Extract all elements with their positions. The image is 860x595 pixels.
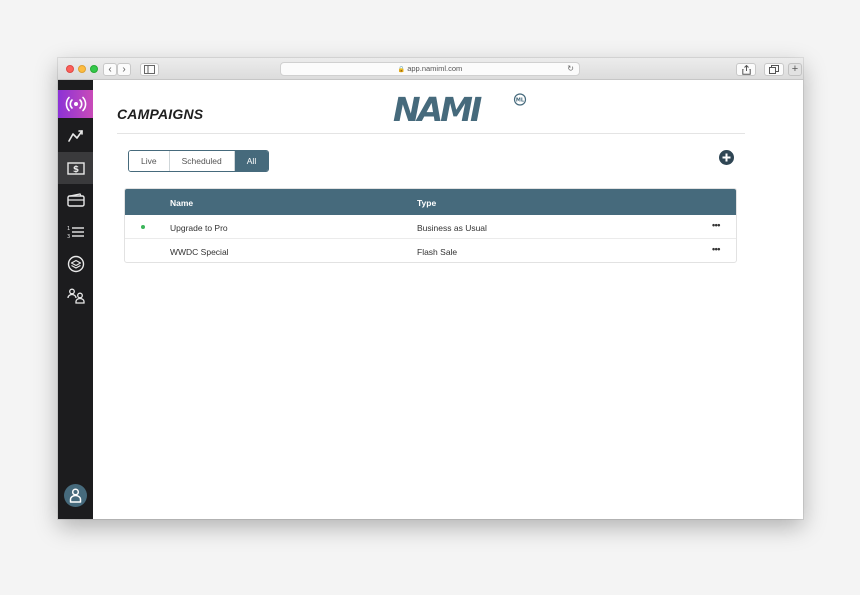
table-row[interactable]: WWDC Special Flash Sale ••• (125, 239, 736, 262)
campaign-filter-tabs: Live Scheduled All (128, 150, 270, 172)
add-campaign-button[interactable] (719, 150, 734, 165)
sidebar: $ 1 3 (58, 80, 93, 519)
svg-text:$: $ (72, 165, 78, 175)
header-divider (117, 133, 745, 134)
campaign-type: Flash Sale (417, 247, 458, 257)
list-icon: 1 3 (67, 226, 84, 239)
wallet-icon (66, 193, 85, 207)
campaign-type: Business as Usual (417, 223, 487, 233)
back-button[interactable]: ‹ (103, 63, 117, 76)
share-icon (741, 64, 751, 75)
tab-all[interactable]: All (234, 151, 269, 171)
minimize-window-button[interactable] (78, 65, 86, 73)
sidebar-item-integrations[interactable] (58, 248, 93, 280)
users-icon (66, 288, 85, 304)
live-status-dot (141, 225, 145, 229)
plus-icon (722, 153, 731, 162)
column-header-name[interactable]: Name (170, 198, 193, 208)
sidebar-toggle-button[interactable] (140, 63, 159, 76)
new-tab-button[interactable]: + (788, 63, 802, 76)
ellipsis-icon[interactable]: ••• (712, 220, 720, 230)
user-avatar-icon (69, 488, 82, 503)
zoom-window-button[interactable] (90, 65, 98, 73)
dollar-bill-icon: $ (66, 161, 85, 175)
page-title: CAMPAIGNS (117, 106, 204, 122)
live-broadcast-icon (65, 96, 86, 112)
ellipsis-icon[interactable]: ••• (712, 244, 720, 254)
sidebar-item-live[interactable] (58, 90, 93, 118)
account-avatar[interactable] (64, 484, 87, 507)
sidebar-icon (144, 65, 155, 74)
table-row[interactable]: Upgrade to Pro Business as Usual ••• (125, 215, 736, 239)
sidebar-item-products[interactable] (58, 184, 93, 216)
tab-live[interactable]: Live (129, 151, 170, 171)
close-window-button[interactable] (66, 65, 74, 73)
tab-scheduled[interactable]: Scheduled (169, 151, 235, 171)
url-text: app.namiml.com (407, 64, 463, 73)
show-tabs-button[interactable] (764, 63, 784, 76)
table-header: Name Type (125, 189, 736, 215)
sidebar-item-entitlements[interactable]: 1 3 (58, 216, 93, 248)
lock-icon: 🔒 (397, 67, 406, 73)
forward-button[interactable]: › (117, 63, 131, 76)
campaign-name[interactable]: WWDC Special (170, 247, 229, 257)
campaigns-table: Name Type Upgrade to Pro Business as Usu… (124, 188, 737, 263)
svg-text:3: 3 (67, 234, 70, 239)
reload-icon[interactable]: ↻ (567, 63, 574, 75)
sidebar-item-paywalls[interactable]: $ (58, 152, 93, 184)
analytics-icon (67, 130, 83, 142)
logo-badge: ML (516, 98, 525, 104)
sidebar-item-analytics[interactable] (58, 120, 93, 152)
sidebar-item-users[interactable] (58, 280, 93, 312)
nami-logo[interactable]: NAMI ML (393, 90, 529, 129)
column-header-type[interactable]: Type (417, 198, 436, 208)
share-button[interactable] (736, 63, 756, 76)
tabs-icon (769, 65, 779, 74)
logo-text: NAMI (393, 92, 482, 124)
layers-icon (67, 255, 84, 273)
svg-text:1: 1 (67, 226, 70, 232)
browser-window: ‹ › 🔒 app.namiml.com ↻ + $ 1 3 CAMPAIGNS… (58, 58, 803, 519)
campaign-name[interactable]: Upgrade to Pro (170, 223, 228, 233)
address-bar[interactable]: 🔒 app.namiml.com ↻ (280, 62, 580, 76)
browser-titlebar: ‹ › 🔒 app.namiml.com ↻ + (58, 58, 803, 80)
